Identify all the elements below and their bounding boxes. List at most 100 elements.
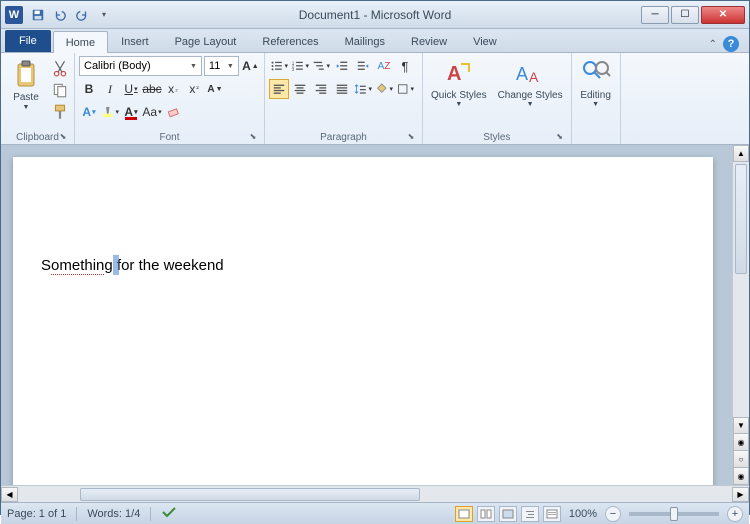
paragraph-launcher-icon[interactable]: ⬊ <box>406 132 416 142</box>
page[interactable]: Something for the weekend <box>13 157 713 485</box>
qat-customize-icon[interactable]: ▾ <box>95 6 113 24</box>
styles-label: Styles <box>483 132 510 143</box>
highlight-icon[interactable]: ▾ <box>100 102 120 122</box>
align-right-icon[interactable] <box>311 79 331 99</box>
chevron-down-icon: ▼ <box>23 104 30 111</box>
zoom-knob[interactable] <box>670 507 678 521</box>
chevron-down-icon: ▼ <box>190 63 197 70</box>
cut-icon[interactable] <box>50 58 70 78</box>
tab-references[interactable]: References <box>249 30 331 52</box>
page-scroll-area[interactable]: Something for the weekend <box>1 145 732 485</box>
web-layout-view-icon[interactable] <box>499 506 517 522</box>
font-size-combo[interactable]: 11▼ <box>204 56 239 76</box>
help-icon[interactable]: ? <box>723 36 739 52</box>
multilevel-list-icon[interactable]: ▾ <box>311 56 331 76</box>
paste-icon <box>10 58 42 90</box>
quick-access-toolbar: ▾ <box>29 6 113 24</box>
show-marks-icon[interactable]: ¶ <box>395 56 415 76</box>
print-layout-view-icon[interactable] <box>455 506 473 522</box>
underline-button[interactable]: U▾ <box>121 79 141 99</box>
scroll-left-icon[interactable]: ◀ <box>1 487 18 502</box>
copy-icon[interactable] <box>50 80 70 100</box>
document-text[interactable]: Something for the weekend <box>41 257 224 275</box>
minimize-button[interactable]: ─ <box>641 6 669 24</box>
font-name-combo[interactable]: Calibri (Body)▼ <box>79 56 202 76</box>
quick-styles-button[interactable]: A Quick Styles▼ <box>427 56 491 131</box>
format-painter-icon[interactable] <box>50 102 70 122</box>
increase-indent-icon[interactable] <box>353 56 373 76</box>
paste-label: Paste <box>13 92 39 103</box>
quick-styles-icon: A <box>443 58 475 90</box>
chevron-down-icon: ▼ <box>455 101 462 108</box>
tab-page-layout[interactable]: Page Layout <box>162 30 250 52</box>
undo-icon[interactable] <box>51 6 69 24</box>
svg-text:3: 3 <box>292 67 295 72</box>
minimize-ribbon-icon[interactable]: ⌃ <box>709 39 717 50</box>
close-button[interactable]: ✕ <box>701 6 745 24</box>
change-styles-button[interactable]: AA Change Styles▼ <box>494 56 567 131</box>
prev-page-icon[interactable]: ◉ <box>733 434 749 451</box>
numbering-icon[interactable]: 123▾ <box>290 56 310 76</box>
italic-button[interactable]: I <box>100 79 120 99</box>
file-tab[interactable]: File <box>5 30 51 52</box>
vertical-scrollbar[interactable]: ▲ ▼ ◉ ○ ◉ <box>732 145 749 485</box>
maximize-button[interactable]: ☐ <box>671 6 699 24</box>
clipboard-launcher-icon[interactable]: ⬊ <box>58 132 68 142</box>
zoom-in-button[interactable]: + <box>727 506 743 522</box>
borders-icon[interactable]: ▾ <box>395 79 415 99</box>
grow-font-icon[interactable]: A▲ <box>241 56 260 76</box>
scroll-thumb-h[interactable] <box>80 488 420 501</box>
align-left-icon[interactable] <box>269 79 289 99</box>
subscript-button[interactable]: x₂ <box>163 79 183 99</box>
font-launcher-icon[interactable]: ⬊ <box>248 132 258 142</box>
paste-button[interactable]: Paste ▼ <box>5 56 47 131</box>
decrease-indent-icon[interactable] <box>332 56 352 76</box>
clear-formatting-icon[interactable] <box>163 102 183 122</box>
word-count[interactable]: Words: 1/4 <box>87 508 140 520</box>
tab-home[interactable]: Home <box>53 31 108 53</box>
horizontal-scrollbar[interactable]: ◀ ▶ <box>1 485 749 502</box>
scroll-thumb[interactable] <box>735 164 747 274</box>
superscript-button[interactable]: x² <box>184 79 204 99</box>
shrink-font-icon[interactable]: A▼ <box>205 79 225 99</box>
bullets-icon[interactable]: ▾ <box>269 56 289 76</box>
svg-text:A: A <box>447 63 461 85</box>
zoom-out-button[interactable]: − <box>605 506 621 522</box>
change-case-icon[interactable]: Aa▾ <box>142 102 162 122</box>
sort-icon[interactable]: AZ <box>374 56 394 76</box>
fullscreen-reading-view-icon[interactable] <box>477 506 495 522</box>
clipboard-label: Clipboard <box>16 132 59 143</box>
zoom-level[interactable]: 100% <box>569 508 597 520</box>
next-page-icon[interactable]: ◉ <box>733 468 749 485</box>
draft-view-icon[interactable] <box>543 506 561 522</box>
proofing-icon[interactable] <box>161 505 177 522</box>
window-controls: ─ ☐ ✕ <box>641 6 745 24</box>
tab-insert[interactable]: Insert <box>108 30 162 52</box>
tab-review[interactable]: Review <box>398 30 460 52</box>
line-spacing-icon[interactable]: ▾ <box>353 79 373 99</box>
ribbon: Paste ▼ Clipboard⬊ Calibri (Body)▼ 11▼ A… <box>1 53 749 145</box>
align-center-icon[interactable] <box>290 79 310 99</box>
shading-icon[interactable]: ▾ <box>374 79 394 99</box>
word-app-icon: W <box>5 6 23 24</box>
font-color-icon[interactable]: A▾ <box>121 102 141 122</box>
bold-button[interactable]: B <box>79 79 99 99</box>
outline-view-icon[interactable] <box>521 506 539 522</box>
tab-mailings[interactable]: Mailings <box>332 30 398 52</box>
styles-launcher-icon[interactable]: ⬊ <box>555 132 565 142</box>
editing-button[interactable]: Editing▼ <box>576 56 616 131</box>
scroll-right-icon[interactable]: ▶ <box>732 487 749 502</box>
find-icon <box>580 58 612 90</box>
tab-view[interactable]: View <box>460 30 510 52</box>
text-effects-icon[interactable]: A▾ <box>79 102 99 122</box>
browse-object-icon[interactable]: ○ <box>733 451 749 468</box>
scroll-up-icon[interactable]: ▲ <box>733 145 749 162</box>
redo-icon[interactable] <box>73 6 91 24</box>
strikethrough-button[interactable]: abc <box>142 79 162 99</box>
group-styles: A Quick Styles▼ AA Change Styles▼ Styles… <box>423 53 572 144</box>
page-status[interactable]: Page: 1 of 1 <box>7 508 66 520</box>
save-icon[interactable] <box>29 6 47 24</box>
justify-icon[interactable] <box>332 79 352 99</box>
group-clipboard: Paste ▼ Clipboard⬊ <box>1 53 75 144</box>
scroll-down-icon[interactable]: ▼ <box>733 417 749 434</box>
